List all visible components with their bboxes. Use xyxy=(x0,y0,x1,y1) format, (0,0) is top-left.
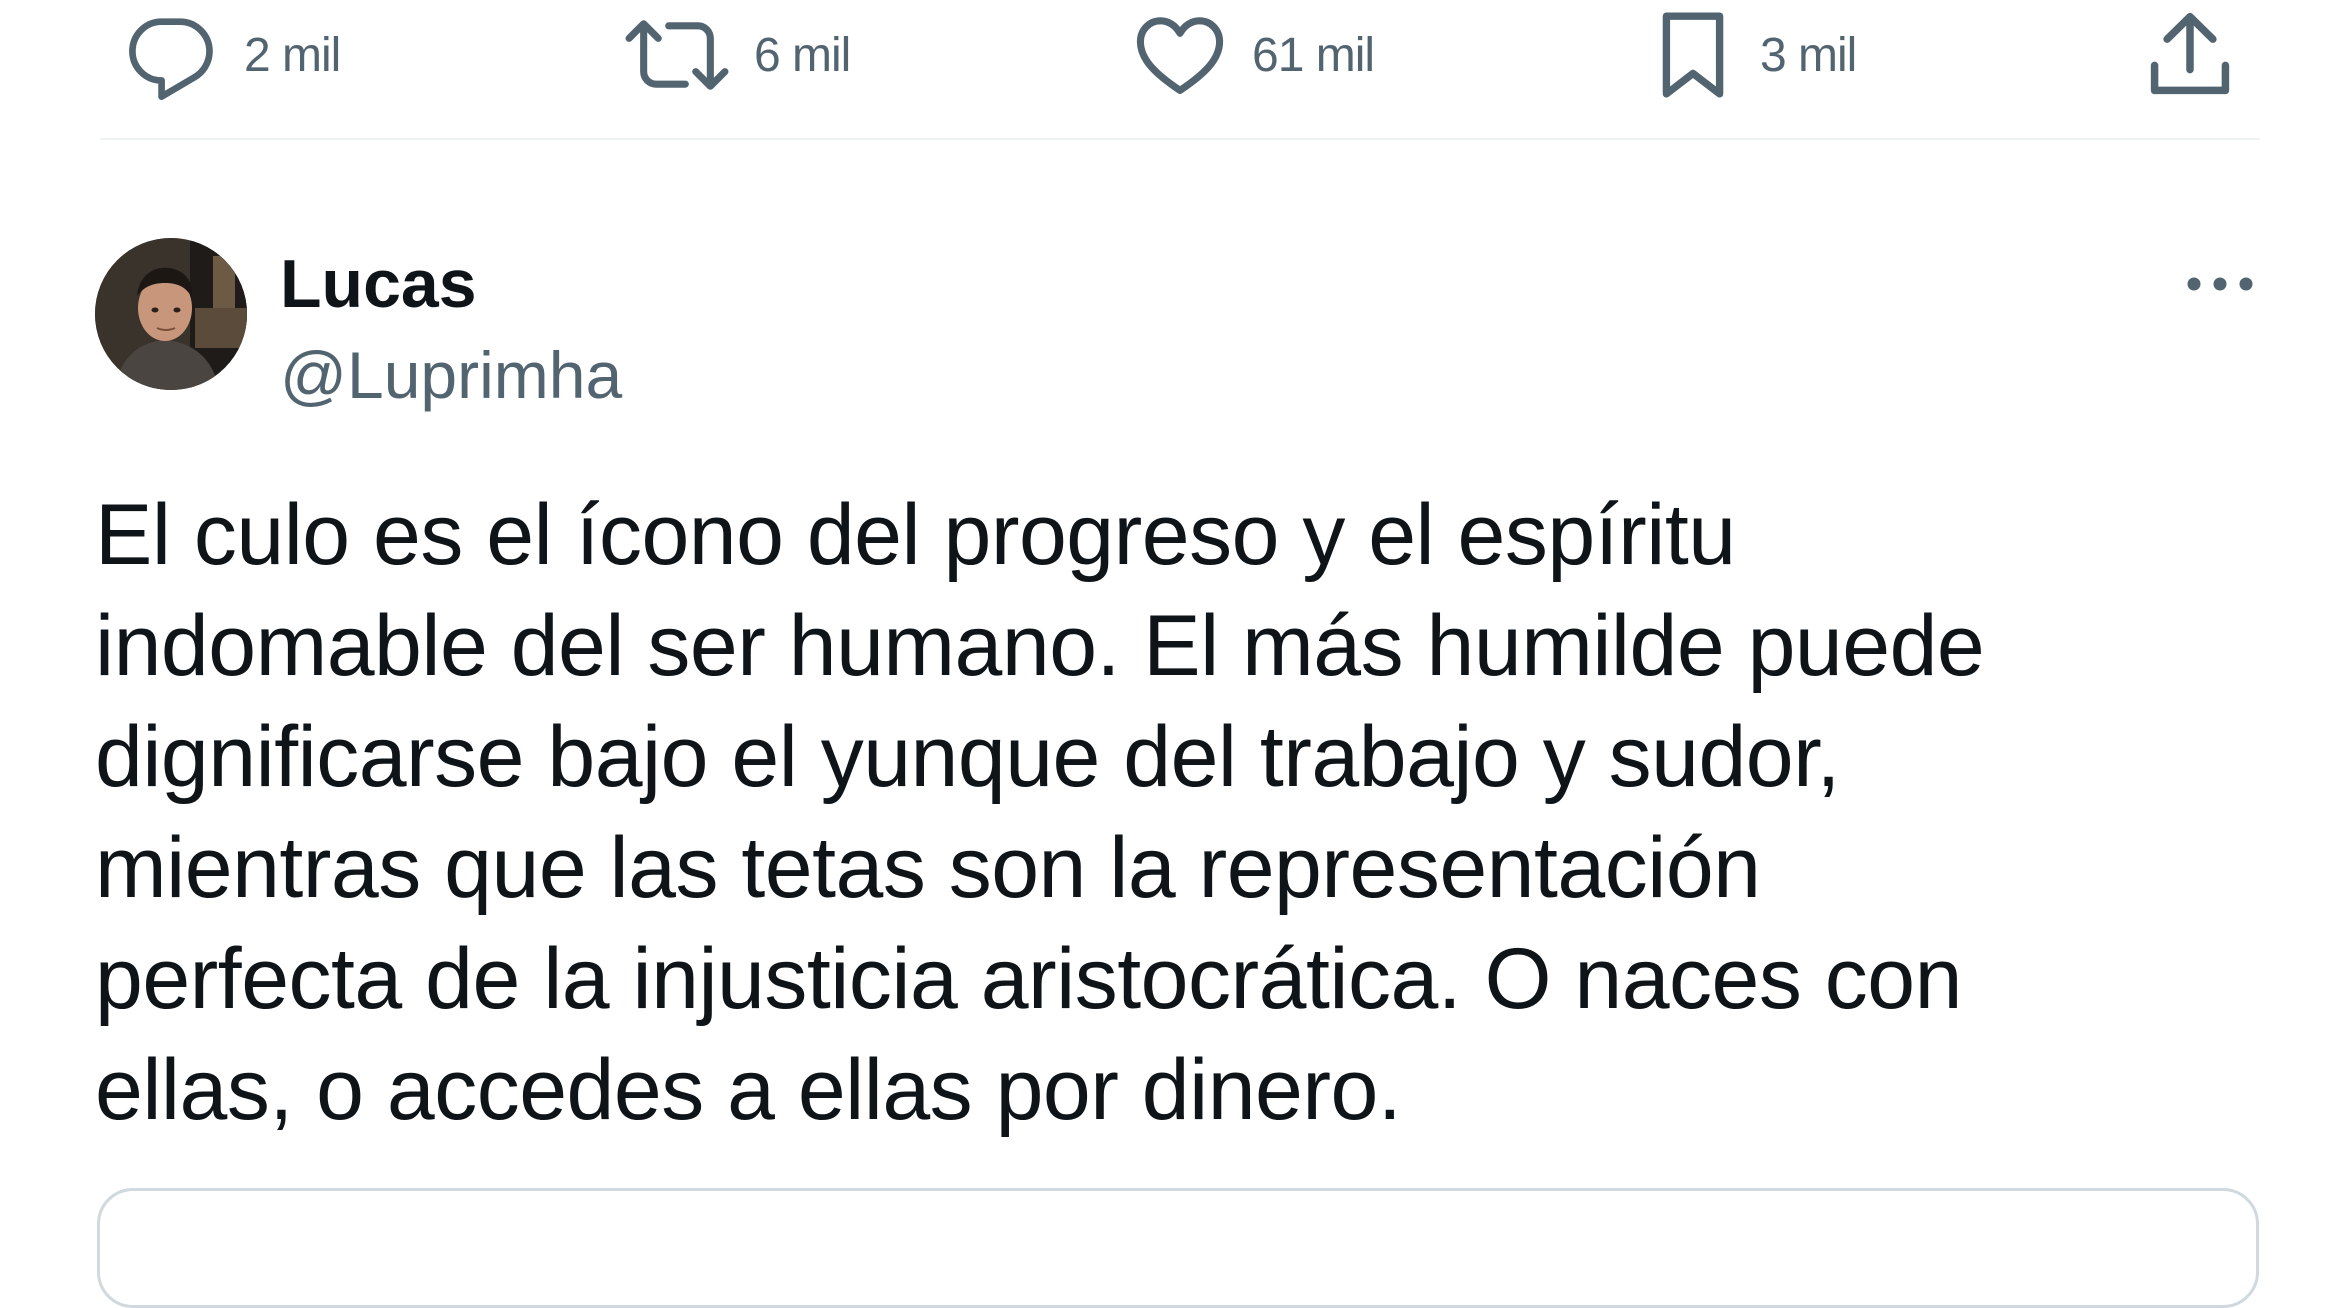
more-horizontal-icon xyxy=(2180,274,2260,299)
reply-button[interactable]: 2 mil xyxy=(122,0,341,110)
share-button[interactable] xyxy=(2140,0,2240,110)
reply-count: 2 mil xyxy=(244,28,341,82)
avatar[interactable] xyxy=(95,238,247,390)
quoted-tweet-card[interactable] xyxy=(97,1188,2259,1308)
tweet-text-line: mientras que las tetas son la representa… xyxy=(95,820,1761,916)
action-bar-divider xyxy=(100,138,2260,140)
tweet-text-line: dignificarse bajo el yunque del trabajo … xyxy=(95,709,1840,805)
tweet-text-line: perfecta de la injusticia aristocrática.… xyxy=(95,931,1962,1027)
user-handle[interactable]: @Luprimha xyxy=(280,335,622,415)
retweet-icon xyxy=(622,5,732,105)
tweet-action-bar: 2 mil 6 mil 61 mil 3 mil xyxy=(0,0,2350,120)
bookmark-count: 3 mil xyxy=(1760,28,1857,82)
heart-icon xyxy=(1130,5,1230,105)
share-icon xyxy=(2140,5,2240,105)
retweet-count: 6 mil xyxy=(754,28,851,82)
bookmark-icon xyxy=(1648,5,1738,105)
reply-icon xyxy=(122,5,222,105)
retweet-button[interactable]: 6 mil xyxy=(622,0,851,110)
bookmark-button[interactable]: 3 mil xyxy=(1648,0,1857,110)
tweet-text: El culo es el ícono del progreso y el es… xyxy=(95,480,2295,1146)
like-button[interactable]: 61 mil xyxy=(1130,0,1375,110)
tweet-text-line: indomable del ser humano. El más humilde… xyxy=(95,598,1985,694)
user-display-name[interactable]: Lucas xyxy=(280,243,477,325)
tweet-text-line: ellas, o accedes a ellas por dinero. xyxy=(95,1042,1402,1138)
like-count: 61 mil xyxy=(1252,28,1375,82)
more-options-button[interactable] xyxy=(2175,262,2265,310)
tweet-text-line: El culo es el ícono del progreso y el es… xyxy=(95,487,1736,583)
